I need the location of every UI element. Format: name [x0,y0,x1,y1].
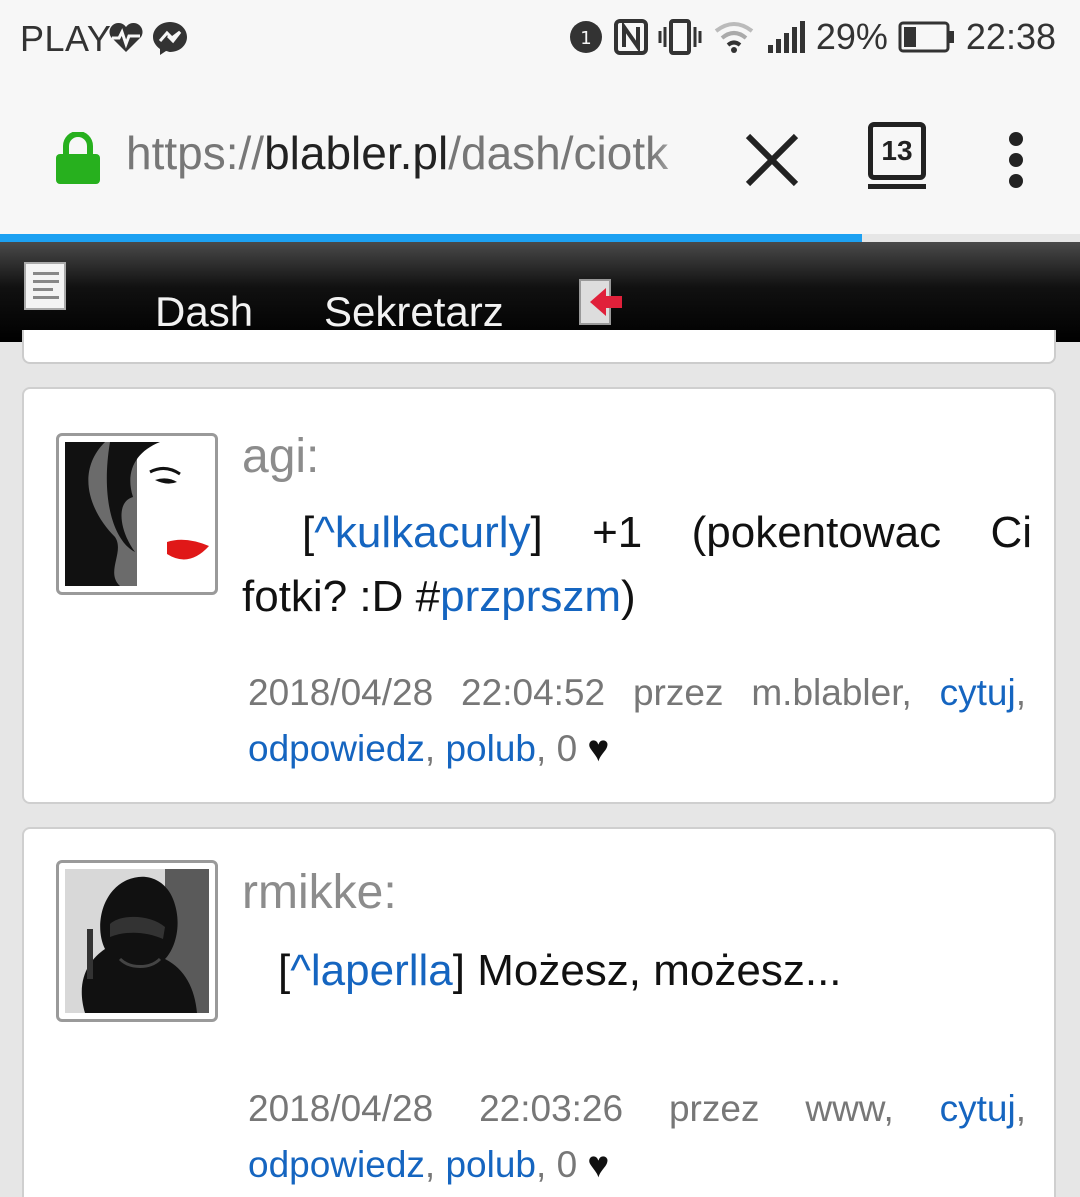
quote-link[interactable]: cytuj [940,672,1016,713]
post-meta: 2018/04/28 22:04:52 przez m.blabler, cyt… [248,672,1027,769]
site-navbar: Dash Sekretarz [0,242,1080,342]
close-icon[interactable] [740,128,804,192]
like-link[interactable]: polub [445,1144,536,1185]
lock-icon [56,132,100,184]
post-body: [^laperlla] Możesz, możesz... [278,946,842,995]
tab-switcher-button[interactable]: 13 [866,122,930,190]
like-link[interactable]: polub [445,728,536,769]
avatar-image [65,869,209,1013]
quote-link[interactable]: cytuj [940,1088,1016,1129]
avatar-image [65,442,209,586]
like-count: 0 [556,1144,578,1185]
page-load-progress [0,234,862,242]
post-body: [^kulkacurly] +1 (pokentowac Ci fotki? :… [242,508,1032,621]
data-saver-icon: 1 [569,21,602,53]
logout-icon[interactable] [578,278,626,326]
post-timestamp: 2018/04/28 22:04:52 [248,672,606,713]
post-source: przez m.blabler, [632,672,912,713]
post-author[interactable]: rmikke: [242,865,397,920]
svg-text:1: 1 [580,28,591,49]
heart-icon: ♥ [587,1144,610,1185]
signal-icon [767,21,805,53]
reply-user-link[interactable]: ^laperlla [290,946,453,995]
like-count: 0 [556,728,578,769]
health-heart-icon [109,22,143,52]
battery-percent: 29% [815,16,888,57]
avatar[interactable] [56,433,218,595]
reply-link[interactable]: odpowiedz [248,728,425,769]
hashtag-link[interactable]: przprszm [440,572,621,621]
messenger-icon [153,22,187,55]
vibrate-icon [658,19,702,55]
url-host: blabler.pl [264,127,449,179]
url-scheme: https:// [126,127,265,179]
clock: 22:38 [965,16,1056,57]
url-path: /dash/ciotk [448,127,669,179]
browser-toolbar: https://blabler.pl/dash/ciotk 13 [0,76,1080,234]
document-icon[interactable] [24,262,66,310]
reply-user-link[interactable]: ^kulkacurly [314,508,530,557]
carrier-label: PLAY [20,18,112,59]
tab-count: 13 [868,122,926,180]
post-card: rmikke: [^laperlla] Możesz, możesz... 20… [22,827,1056,1197]
post-source: przez www, [668,1088,894,1129]
previous-post-card [22,330,1056,364]
post-timestamp: 2018/04/28 22:03:26 [248,1088,624,1129]
battery-icon [898,21,954,53]
post-author[interactable]: agi: [242,429,319,484]
status-bar: PLAY 1 29% 22:38 [0,0,1080,76]
nav-dash[interactable]: Dash [155,288,253,336]
avatar[interactable] [56,860,218,1022]
nav-sekretarz[interactable]: Sekretarz [324,288,504,336]
url-field[interactable]: https://blabler.pl/dash/ciotk [126,126,711,190]
nfc-icon [613,19,648,55]
reply-link[interactable]: odpowiedz [248,1144,425,1185]
wifi-icon [714,22,754,53]
post-meta: 2018/04/28 22:03:26 przez www, cytuj, od… [248,1088,1026,1185]
overflow-menu-icon[interactable] [996,128,1036,192]
post-card: agi: [^kulkacurly] +1 (pokentowac Ci fot… [22,387,1056,804]
heart-icon: ♥ [587,728,610,769]
